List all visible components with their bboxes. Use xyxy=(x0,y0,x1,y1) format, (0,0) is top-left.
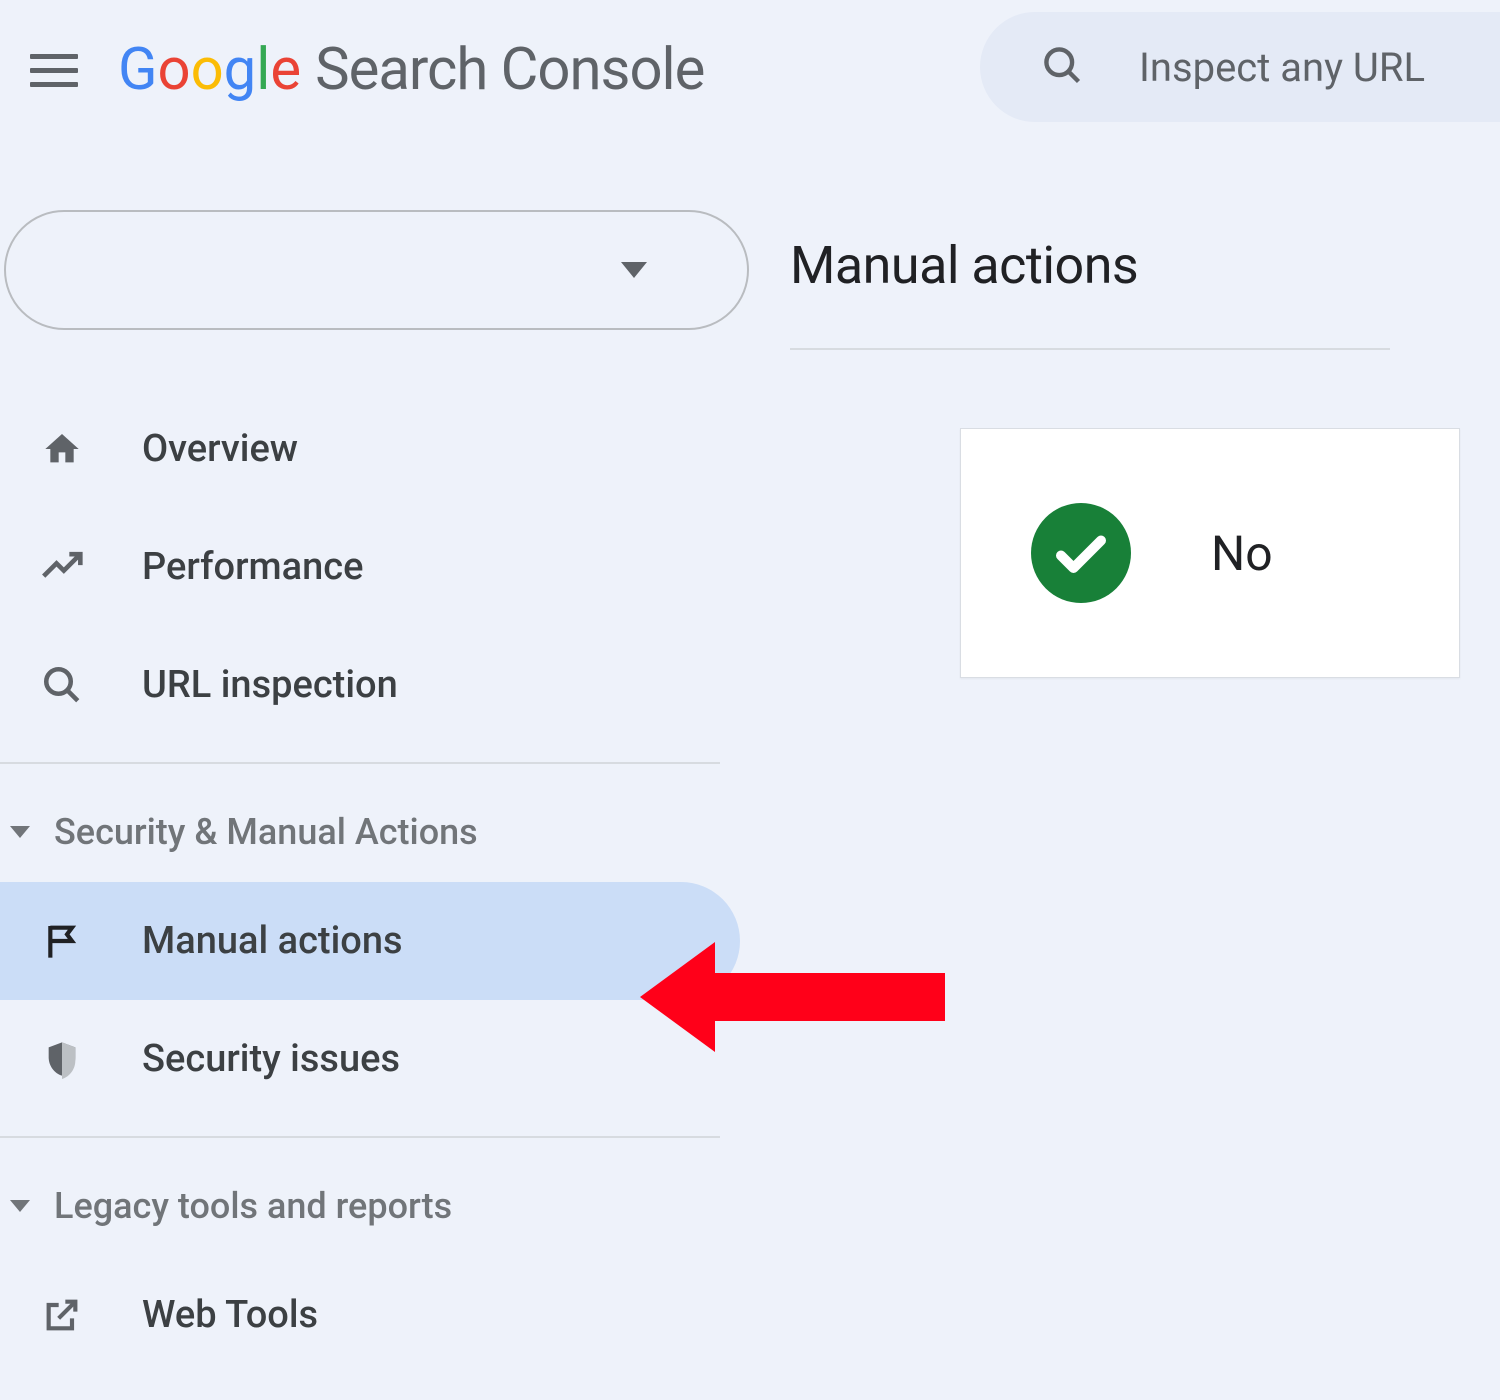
sidebar-item-label: URL inspection xyxy=(142,663,398,707)
caret-down-icon xyxy=(621,262,647,278)
logo-letter: o xyxy=(158,36,191,104)
sidebar-item-overview[interactable]: Overview xyxy=(0,390,740,508)
external-link-icon xyxy=(40,1293,84,1337)
property-selector-dropdown[interactable] xyxy=(4,210,749,330)
title-divider xyxy=(790,348,1390,350)
logo-letter: G xyxy=(118,36,158,104)
sidebar-item-performance[interactable]: Performance xyxy=(0,508,740,626)
check-circle-icon xyxy=(1031,503,1131,603)
shield-icon xyxy=(40,1037,84,1081)
flag-icon xyxy=(40,919,84,963)
sidebar-item-manual-actions[interactable]: Manual actions xyxy=(0,882,740,1000)
logo-letter: l xyxy=(256,36,270,104)
home-icon xyxy=(40,427,84,471)
status-text: No xyxy=(1211,525,1273,582)
sidebar-item-label: Overview xyxy=(142,427,298,471)
sidebar-item-label: Security issues xyxy=(142,1037,400,1081)
sidebar-item-web-tools[interactable]: Web Tools xyxy=(0,1256,740,1374)
url-inspect-search[interactable]: Inspect any URL xyxy=(980,12,1500,122)
sidebar-item-label: Web Tools xyxy=(142,1293,318,1337)
sidebar-section-legacy[interactable]: Legacy tools and reports xyxy=(0,1156,760,1256)
google-search-console-logo: G o o g l e Search Console xyxy=(118,36,704,104)
sidebar-section-security[interactable]: Security & Manual Actions xyxy=(0,782,760,882)
section-title: Legacy tools and reports xyxy=(54,1185,452,1227)
sidebar-item-security-issues[interactable]: Security issues xyxy=(0,1000,740,1118)
main-content: Manual actions No xyxy=(760,140,1500,1374)
trend-up-icon xyxy=(40,545,84,589)
sidebar-divider xyxy=(0,762,720,764)
search-icon xyxy=(1040,43,1084,91)
section-title: Security & Manual Actions xyxy=(54,811,478,853)
hamburger-menu-icon[interactable] xyxy=(30,46,78,94)
status-card: No xyxy=(960,428,1460,678)
logo-letter: e xyxy=(270,36,301,104)
logo-suffix: Search Console xyxy=(315,36,704,104)
sidebar-item-label: Performance xyxy=(142,545,363,589)
left-sidebar: Overview Performance URL inspection Secu… xyxy=(0,140,760,1374)
caret-down-icon xyxy=(10,826,30,838)
logo-letter: g xyxy=(224,36,257,104)
caret-down-icon xyxy=(10,1200,30,1212)
page-title: Manual actions xyxy=(790,235,1500,296)
sidebar-item-url-inspection[interactable]: URL inspection xyxy=(0,626,740,744)
search-placeholder: Inspect any URL xyxy=(1139,44,1425,91)
search-icon xyxy=(40,663,84,707)
sidebar-item-label: Manual actions xyxy=(142,919,403,963)
sidebar-divider xyxy=(0,1136,720,1138)
logo-letter: o xyxy=(191,36,224,104)
